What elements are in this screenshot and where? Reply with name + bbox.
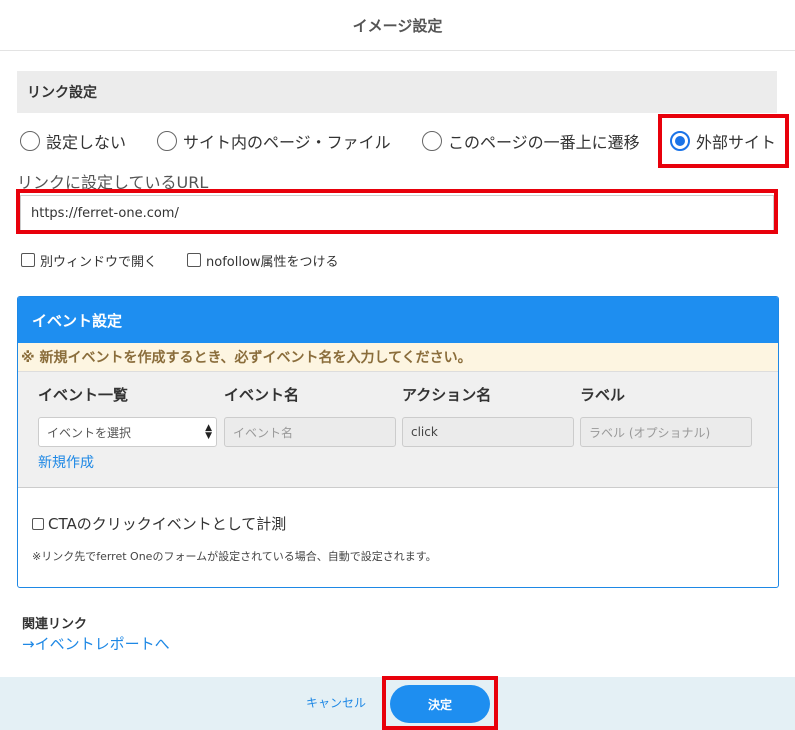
radio-no-link[interactable]: 設定しない — [20, 128, 126, 154]
label-placeholder: ラベル (オプショナル) — [589, 425, 711, 440]
column-header-action-name: アクション名 — [402, 386, 492, 404]
event-table: イベント一覧 イベント名 アクション名 ラベル イベントを選択 ▲ ▼ イベント名… — [18, 371, 778, 488]
link-settings-title: リンク設定 — [27, 85, 97, 101]
event-name-placeholder: イベント名 — [233, 425, 294, 440]
radio-label: サイト内のページ・ファイル — [183, 133, 391, 152]
event-name-input[interactable]: イベント名 — [224, 417, 396, 447]
event-select-value: イベントを選択 — [47, 425, 132, 440]
event-select[interactable]: イベントを選択 ▲ ▼ — [38, 417, 217, 447]
event-warning-text: ※ 新規イベントを作成するとき、必ずイベント名を入力してください。 — [21, 350, 472, 366]
new-event-link[interactable]: 新規作成 — [38, 452, 94, 472]
checkbox-new-window[interactable]: 別ウィンドウで開く — [21, 250, 157, 270]
label-input[interactable]: ラベル (オプショナル) — [580, 417, 752, 447]
radio-label: このページの一番上に遷移 — [448, 133, 640, 152]
checkbox-box[interactable] — [187, 253, 201, 267]
radio-label: 設定しない — [46, 133, 127, 152]
event-report-link[interactable]: →イベントレポートへ — [22, 633, 170, 654]
action-name-input[interactable]: click — [402, 417, 574, 447]
cta-checkbox[interactable]: CTAのクリックイベントとして計測 — [32, 513, 286, 534]
dialog-title: イメージ設定 — [352, 16, 443, 35]
highlight-ok-button — [382, 676, 498, 730]
column-header-event-name: イベント名 — [224, 386, 300, 404]
cta-checkbox-label: CTAのクリックイベントとして計測 — [48, 515, 287, 533]
related-links-title: 関連リンク — [22, 617, 88, 632]
checkbox-label: nofollow属性をつける — [206, 254, 339, 270]
radio-circle[interactable] — [422, 131, 442, 151]
cancel-button[interactable]: キャンセル — [306, 694, 366, 711]
select-arrows-icon: ▲ ▼ — [205, 423, 212, 441]
checkbox-box[interactable] — [32, 517, 44, 530]
checkbox-box[interactable] — [21, 253, 35, 267]
event-warning: ※ 新規イベントを作成するとき、必ずイベント名を入力してください。 — [18, 343, 778, 371]
radio-internal-page[interactable]: サイト内のページ・ファイル — [157, 128, 391, 154]
radio-circle[interactable] — [20, 131, 40, 151]
dialog-header: イメージ設定 — [0, 0, 795, 51]
highlight-url — [16, 189, 778, 234]
action-name-value: click — [411, 425, 438, 439]
checkbox-label: 別ウィンドウで開く — [40, 254, 158, 270]
column-header-event-list: イベント一覧 — [38, 386, 129, 404]
column-header-label: ラベル — [580, 386, 626, 404]
highlight-external-site — [658, 114, 789, 168]
link-settings-header: リンク設定 — [17, 71, 777, 113]
checkbox-nofollow[interactable]: nofollow属性をつける — [187, 250, 339, 270]
radio-circle[interactable] — [157, 131, 177, 151]
event-settings-title: イベント設定 — [32, 311, 123, 330]
event-settings-header: イベント設定 — [18, 297, 778, 343]
radio-page-top[interactable]: このページの一番上に遷移 — [422, 128, 640, 154]
event-settings-panel: イベント設定 ※ 新規イベントを作成するとき、必ずイベント名を入力してください。… — [17, 296, 779, 588]
cta-note: ※リンク先でferret Oneのフォームが設定されている場合、自動で設定されま… — [32, 550, 437, 563]
